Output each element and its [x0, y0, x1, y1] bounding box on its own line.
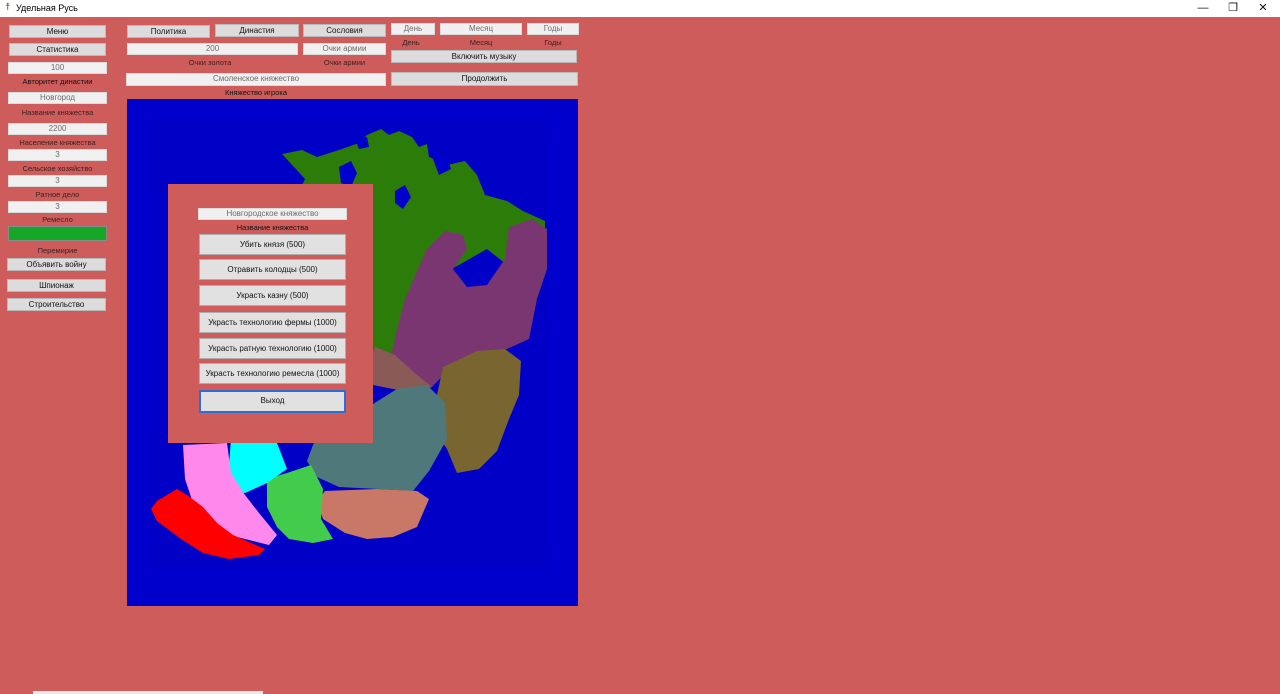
declare-war-button[interactable]: Объявить войну [7, 258, 106, 271]
agriculture-label: Сельское хозяйство [22, 164, 93, 173]
construction-button[interactable]: Строительство [7, 298, 106, 311]
craft-label: Ремесло [42, 215, 73, 224]
music-button[interactable]: Включить музыку [391, 50, 577, 63]
agriculture-field[interactable]: 3 [8, 149, 107, 161]
target-principality-label: Название княжества [236, 223, 309, 232]
minimize-button[interactable]: — [1188, 0, 1218, 17]
years-field[interactable]: Годы [527, 23, 579, 35]
day-label: День [402, 38, 420, 47]
stats-button[interactable]: Статистика [9, 43, 106, 56]
game-client-area: Меню Статистика 100 Авторитет династии Н… [0, 17, 1280, 694]
principality-name-label: Название княжества [21, 108, 94, 117]
population-field[interactable]: 2200 [8, 123, 107, 135]
month-label: Месяц [469, 38, 493, 47]
estates-button[interactable]: Сословия [303, 24, 386, 37]
close-button[interactable]: ✕ [1248, 0, 1278, 17]
player-principality-field[interactable]: Смоленское княжество [126, 73, 386, 86]
espionage-button[interactable]: Шпионаж [7, 279, 106, 292]
poison-wells-button[interactable]: Отравить колодцы (500) [199, 259, 346, 280]
title-bar: ☨ Удельная Русь — ❐ ✕ [0, 0, 1280, 17]
target-principality-field[interactable]: Новгородское княжество [198, 208, 347, 220]
dynasty-authority-field[interactable]: 100 [8, 62, 107, 74]
craft-field[interactable]: 3 [8, 201, 107, 213]
menu-button[interactable]: Меню [9, 25, 106, 38]
exit-button[interactable]: Выход [199, 390, 346, 413]
app-icon: ☨ [5, 2, 11, 13]
gold-points-field[interactable]: 200 [127, 43, 298, 55]
progress-bar [8, 226, 107, 241]
dynasty-authority-label: Авторитет династии [22, 77, 93, 86]
player-principality-label: Княжество игрока [225, 88, 287, 97]
military-field[interactable]: 3 [8, 175, 107, 187]
army-points-field[interactable]: Очки армии [303, 43, 386, 55]
years-label: Годы [544, 38, 562, 47]
truce-label: Перемирие [37, 246, 78, 255]
continue-button[interactable]: Продолжить [391, 72, 578, 86]
principality-name-field[interactable]: Новгород [8, 92, 107, 104]
day-field[interactable]: День [391, 23, 435, 35]
politics-button[interactable]: Политика [127, 25, 210, 38]
kill-prince-button[interactable]: Убить князя (500) [199, 234, 346, 255]
military-label: Ратное дело [35, 190, 80, 199]
steal-treasury-button[interactable]: Украсть казну (500) [199, 285, 346, 306]
dynasty-button[interactable]: Династия [215, 24, 299, 37]
gold-points-label: Очки золота [188, 58, 232, 67]
window-title: Удельная Русь [16, 3, 78, 13]
steal-farm-tech-button[interactable]: Украсть технологию фермы (1000) [199, 312, 346, 333]
population-label: Население княжества [19, 138, 96, 147]
month-field[interactable]: Месяц [440, 23, 522, 35]
army-points-label: Очки армии [323, 58, 366, 67]
restore-button[interactable]: ❐ [1218, 0, 1248, 17]
espionage-dialog: Новгородское княжество Название княжеств… [168, 184, 373, 443]
steal-craft-tech-button[interactable]: Украсть технологию ремесла (1000) [199, 363, 346, 384]
steal-military-tech-button[interactable]: Украсть ратную технологию (1000) [199, 338, 346, 359]
